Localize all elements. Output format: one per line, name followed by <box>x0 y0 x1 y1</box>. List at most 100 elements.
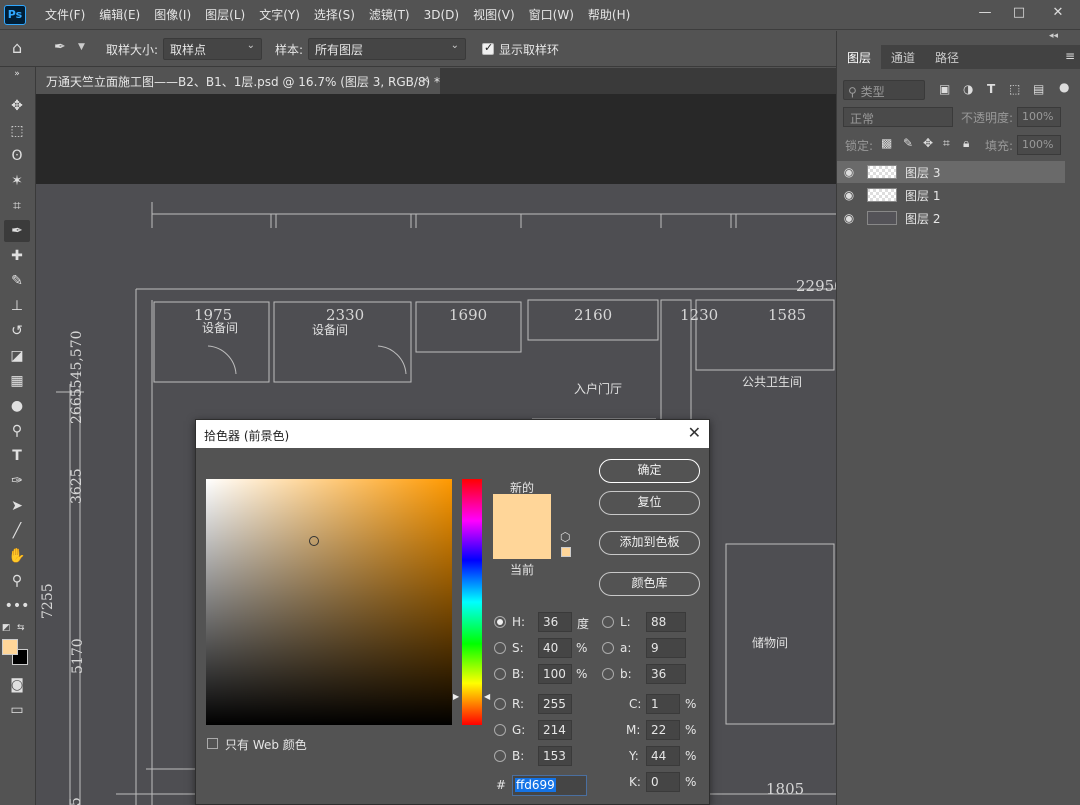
show-sampling-ring-checkbox[interactable] <box>482 41 494 55</box>
menu-layer[interactable]: 图层(L) <box>198 0 252 30</box>
hand-tool-icon[interactable]: ✋ <box>4 545 30 567</box>
sample-select[interactable]: 所有图层 ⌄ <box>308 38 466 60</box>
web-safe-swatch[interactable] <box>561 547 571 557</box>
pen-tool-icon[interactable]: ✑ <box>4 470 30 492</box>
stamp-tool-icon[interactable]: ⊥ <box>4 295 30 317</box>
tab-layers[interactable]: 图层 <box>837 45 882 69</box>
filter-toggle-icon[interactable]: ● <box>1059 80 1069 94</box>
reset-button[interactable]: 复位 <box>599 491 700 515</box>
magic-wand-tool-icon[interactable]: ✶ <box>4 170 30 192</box>
eraser-tool-icon[interactable]: ◪ <box>4 345 30 367</box>
image-filter-icon[interactable]: ▣ <box>939 82 950 96</box>
document-tab[interactable]: 万通天竺立面施工图——B2、B1、1层.psd @ 16.7% (图层 3, R… <box>36 68 440 94</box>
lab-b-field[interactable]: 36 <box>646 664 686 684</box>
black-field[interactable]: 0 <box>646 772 680 792</box>
blur-tool-icon[interactable]: ● <box>4 395 30 417</box>
swap-colors-icon[interactable]: ⇆ <box>17 623 25 633</box>
out-of-gamut-cube-icon[interactable]: ⬡ <box>560 530 570 544</box>
collapse-panel-icon[interactable]: ◂◂ <box>1049 31 1058 41</box>
eyedropper-preset-icon[interactable]: ✒ <box>54 39 66 55</box>
eye-icon[interactable]: ◉ <box>837 165 861 179</box>
menu-file[interactable]: 文件(F) <box>38 0 92 30</box>
layer-row[interactable]: ◉ 图层 1 <box>837 184 1065 206</box>
menu-help[interactable]: 帮助(H) <box>581 0 637 30</box>
minimize-button[interactable]: — <box>968 2 1002 24</box>
quick-mask-icon[interactable]: ◙ <box>4 674 30 696</box>
gradient-tool-icon[interactable]: ▦ <box>4 370 30 392</box>
close-icon[interactable]: ✕ <box>688 423 701 442</box>
brush-tool-icon[interactable]: ✎ <box>4 270 30 292</box>
red-radio[interactable] <box>494 698 506 710</box>
lab-l-radio[interactable] <box>602 616 614 628</box>
cyan-field[interactable]: 1 <box>646 694 680 714</box>
layer-filter-select[interactable]: ⚲ 类型 <box>843 80 925 100</box>
sample-size-select[interactable]: 取样点 ⌄ <box>163 38 262 60</box>
hue-field[interactable]: 36 <box>538 612 572 632</box>
close-tab-icon[interactable]: × <box>421 73 430 86</box>
fill-field[interactable]: 100% <box>1017 135 1061 155</box>
hue-radio[interactable] <box>494 616 506 628</box>
eye-icon[interactable]: ◉ <box>837 188 861 202</box>
lab-l-field[interactable]: 88 <box>646 612 686 632</box>
magenta-field[interactable]: 22 <box>646 720 680 740</box>
lock-paint-icon[interactable]: ✎ <box>903 136 913 150</box>
menu-window[interactable]: 窗口(W) <box>522 0 581 30</box>
default-colors-icon[interactable]: ◩ <box>2 623 11 633</box>
move-tool-icon[interactable]: ✥ <box>4 95 30 117</box>
type-filter-icon[interactable]: T <box>987 82 995 96</box>
hue-slider-right-arrow[interactable]: ◀ <box>484 692 490 701</box>
close-window-button[interactable]: ✕ <box>1036 2 1080 24</box>
menu-filter[interactable]: 滤镜(T) <box>362 0 417 30</box>
add-to-swatches-button[interactable]: 添加到色板 <box>599 531 700 555</box>
dodge-tool-icon[interactable]: ⚲ <box>4 420 30 442</box>
line-tool-icon[interactable]: ╱ <box>4 520 30 542</box>
maximize-button[interactable]: □ <box>1002 2 1036 24</box>
crop-tool-icon[interactable]: ⌗ <box>4 195 30 217</box>
blue-field[interactable]: 153 <box>538 746 572 766</box>
lock-all-icon[interactable]: 🔒︎ <box>963 136 969 151</box>
chevron-down-icon[interactable]: ▼ <box>78 42 85 52</box>
green-radio[interactable] <box>494 724 506 736</box>
lab-a-field[interactable]: 9 <box>646 638 686 658</box>
red-field[interactable]: 255 <box>538 694 572 714</box>
menu-type[interactable]: 文字(Y) <box>252 0 307 30</box>
menu-select[interactable]: 选择(S) <box>307 0 362 30</box>
foreground-color-swatch[interactable] <box>2 639 18 655</box>
lock-move-icon[interactable]: ✥ <box>923 136 933 150</box>
collapse-icon[interactable]: » <box>4 69 30 79</box>
healing-brush-tool-icon[interactable]: ✚ <box>4 245 30 267</box>
blend-mode-select[interactable]: 正常 <box>843 107 953 127</box>
color-libraries-button[interactable]: 颜色库 <box>599 572 700 596</box>
web-colors-only-checkbox[interactable] <box>207 738 218 749</box>
menu-3d[interactable]: 3D(D) <box>417 0 466 30</box>
current-color-swatch[interactable] <box>493 527 551 559</box>
green-field[interactable]: 214 <box>538 720 572 740</box>
layer-row[interactable]: ◉ 图层 3 <box>837 161 1065 183</box>
path-selection-tool-icon[interactable]: ➤ <box>4 495 30 517</box>
lasso-tool-icon[interactable]: ʘ <box>4 145 30 167</box>
menu-image[interactable]: 图像(I) <box>147 0 198 30</box>
lock-artboard-icon[interactable]: ⌗ <box>943 136 950 151</box>
hex-field[interactable]: ffd699 <box>512 775 587 796</box>
color-cursor[interactable] <box>309 536 319 546</box>
tab-channels[interactable]: 通道 <box>881 45 925 69</box>
lab-b-radio[interactable] <box>602 668 614 680</box>
blue-radio[interactable] <box>494 750 506 762</box>
hue-slider-left-arrow[interactable]: ▶ <box>453 692 459 701</box>
marquee-tool-icon[interactable]: ⬚ <box>4 120 30 142</box>
layer-row[interactable]: ◉ 图层 2 <box>837 207 1065 229</box>
zoom-tool-icon[interactable]: ⚲ <box>4 570 30 592</box>
panel-menu-icon[interactable]: ≡ <box>1065 49 1075 63</box>
yellow-field[interactable]: 44 <box>646 746 680 766</box>
lock-transparent-icon[interactable]: ▩ <box>881 136 892 150</box>
brightness-field[interactable]: 100 <box>538 664 572 684</box>
eye-icon[interactable]: ◉ <box>837 211 861 225</box>
tab-paths[interactable]: 路径 <box>925 45 969 69</box>
lab-a-radio[interactable] <box>602 642 614 654</box>
eyedropper-tool-icon[interactable]: ✒ <box>4 220 30 242</box>
saturation-radio[interactable] <box>494 642 506 654</box>
opacity-field[interactable]: 100% <box>1017 107 1061 127</box>
more-tools-icon[interactable]: ••• <box>4 595 30 617</box>
type-tool-icon[interactable]: T <box>4 445 30 467</box>
brightness-radio[interactable] <box>494 668 506 680</box>
